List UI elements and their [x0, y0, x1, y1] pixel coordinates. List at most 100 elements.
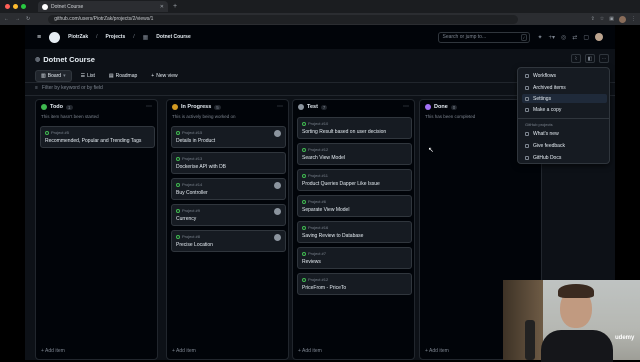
extensions-icon[interactable]: ▣ — [609, 16, 614, 22]
issue-card[interactable]: Project #7 Reviews — [297, 247, 412, 269]
assignee-avatar[interactable] — [274, 208, 281, 215]
notifications-icon[interactable]: ▢ — [583, 34, 589, 41]
menu-item-settings[interactable]: Settings — [522, 94, 607, 103]
tab-dropdown-icon[interactable]: ▾ — [63, 73, 66, 79]
add-item-button[interactable]: + Add item — [425, 348, 449, 354]
tab-label: List — [87, 73, 95, 79]
search-shortcut-key: / — [521, 33, 527, 41]
menu-item-whats-new[interactable]: What's new — [522, 129, 607, 138]
search-input[interactable]: Search or jump to... / — [437, 31, 530, 43]
card-title[interactable]: Search View Model — [302, 155, 345, 161]
tab-list[interactable]: ☰ List — [76, 71, 100, 81]
card-title[interactable]: Details in Product — [176, 138, 215, 144]
hamburger-menu-icon[interactable]: ≡ — [37, 34, 41, 41]
back-icon[interactable]: ← — [4, 16, 9, 22]
card-title[interactable]: Currency — [176, 216, 196, 222]
open-issue-icon — [176, 208, 180, 213]
menu-item-workflows[interactable]: Workflows — [522, 71, 607, 80]
insights-icon[interactable]: ⌇ — [571, 54, 581, 63]
card-title[interactable]: Dockerise API with DB — [176, 164, 226, 170]
tab-roadmap[interactable]: ▤ Roadmap — [104, 71, 142, 81]
issue-card[interactable]: Project #8 Precise Location — [171, 230, 286, 252]
card-title[interactable]: Saving Review to Database — [302, 233, 363, 239]
issue-card[interactable]: Project #5 Recommended, Popular and Trend… — [40, 126, 155, 148]
presenter-hair — [558, 284, 594, 298]
close-window-icon[interactable] — [5, 4, 10, 9]
issue-card[interactable]: Project #15 Details in Product — [171, 126, 286, 148]
add-item-button[interactable]: + Add item — [172, 348, 196, 354]
card-title[interactable]: Reviews — [302, 259, 321, 265]
issue-card[interactable]: Project #10 Sorting Result based on user … — [297, 117, 412, 139]
archive-icon — [525, 85, 529, 90]
tab-board[interactable]: ▥ Board ▾ — [35, 70, 72, 82]
menu-item-archived-items[interactable]: Archived items — [522, 83, 607, 92]
breadcrumb-projects[interactable]: Projects — [106, 34, 126, 40]
workflows-icon — [525, 73, 529, 78]
issue-card[interactable]: Project #12 Search View Model — [297, 143, 412, 165]
maximize-window-icon[interactable] — [21, 4, 26, 9]
column-menu-icon[interactable]: ⋯ — [146, 103, 152, 110]
menu-item-make-a-copy[interactable]: Make a copy — [522, 105, 607, 114]
issue-card[interactable]: Project #16 Saving Review to Database — [297, 221, 412, 243]
assignee-avatar[interactable] — [274, 234, 281, 241]
column-menu-icon[interactable]: ⋯ — [403, 103, 409, 110]
column-menu-icon[interactable]: ⋯ — [277, 103, 283, 110]
menu-item-give-feedback[interactable]: Give feedback — [522, 141, 607, 150]
issue-card[interactable]: Project #13 Dockerise API with DB — [171, 152, 286, 174]
minimize-window-icon[interactable] — [13, 4, 18, 9]
side-panel-icon[interactable]: ◧ — [585, 54, 595, 63]
column-header: Todo 1 — [41, 104, 73, 110]
column-title: In Progress — [181, 104, 212, 110]
assignee-avatar[interactable] — [274, 130, 281, 137]
browser-profile-avatar[interactable] — [619, 15, 626, 23]
card-title[interactable]: PriceFrom - PriceTo — [302, 285, 346, 291]
menu-item-github-docs[interactable]: GitHub Docs — [522, 153, 607, 162]
presenter-body — [541, 330, 613, 362]
new-tab-icon[interactable]: + — [173, 3, 177, 10]
open-issue-icon — [302, 225, 306, 230]
card-meta: Project #9 — [176, 208, 200, 213]
card-title[interactable]: Sorting Result based on user decision — [302, 129, 386, 135]
project-toolbar: ⌇ ◧ ⋯ — [571, 54, 609, 63]
issue-card[interactable]: Project #9 Currency — [171, 204, 286, 226]
more-options-icon[interactable]: ⋯ — [599, 54, 609, 63]
issue-card[interactable]: Project #11 Product Queries Dapper Like I… — [297, 169, 412, 191]
issue-card[interactable]: Project #12 PriceFrom - PriceTo — [297, 273, 412, 295]
issues-icon[interactable]: ◎ — [561, 34, 566, 41]
user-avatar[interactable] — [595, 33, 603, 41]
assignee-avatar[interactable] — [274, 182, 281, 189]
add-item-button[interactable]: + Add item — [298, 348, 322, 354]
github-logo-icon[interactable] — [49, 31, 61, 43]
bookmark-icon[interactable]: ☆ — [600, 16, 604, 22]
column-header: In Progress 5 — [172, 104, 221, 110]
card-title[interactable]: Buy Controller — [176, 190, 208, 196]
add-item-button[interactable]: + Add item — [41, 348, 65, 354]
close-tab-icon[interactable]: ✕ — [160, 4, 164, 10]
menu-item-label: Settings — [533, 95, 552, 102]
browser-menu-icon[interactable]: ⋮ — [631, 16, 636, 22]
card-title[interactable]: Recommended, Popular and Trending Tags — [45, 138, 141, 144]
webcam-background-shelf — [503, 280, 543, 360]
url-field[interactable]: github.com/users/PiotrZak/projects/2/vie… — [48, 14, 519, 24]
list-icon: ☰ — [80, 73, 86, 79]
card-title[interactable]: Product Queries Dapper Like Issue — [302, 181, 380, 187]
share-icon[interactable]: ⇪ — [591, 16, 595, 22]
column-description: This item hasn't been started — [41, 114, 99, 119]
card-title[interactable]: Separate View Model — [302, 207, 349, 213]
issue-card[interactable]: Project #6 Separate View Model — [297, 195, 412, 217]
search-placeholder: Search or jump to... — [442, 34, 487, 40]
reload-icon[interactable]: ↻ — [26, 16, 30, 22]
new-view-button[interactable]: + New view — [146, 71, 182, 81]
breadcrumb-project[interactable]: Dotnet Course — [156, 34, 190, 40]
breadcrumb-user[interactable]: PiotrZak — [68, 34, 88, 40]
filter-icon: ≡ — [35, 85, 38, 91]
copilot-icon[interactable]: ✦ — [538, 34, 543, 41]
project-title: Dotnet Course — [43, 55, 95, 64]
filter-input[interactable]: ≡ Filter by keyword or by field — [35, 85, 103, 91]
card-title[interactable]: Precise Location — [176, 242, 213, 248]
pull-requests-icon[interactable]: ⇄ — [572, 34, 577, 41]
browser-tab[interactable]: Dotnet Course ✕ — [38, 1, 168, 12]
issue-card[interactable]: Project #14 Buy Controller — [171, 178, 286, 200]
forward-icon[interactable]: → — [15, 16, 20, 22]
create-new-icon[interactable]: +▾ — [549, 34, 556, 41]
